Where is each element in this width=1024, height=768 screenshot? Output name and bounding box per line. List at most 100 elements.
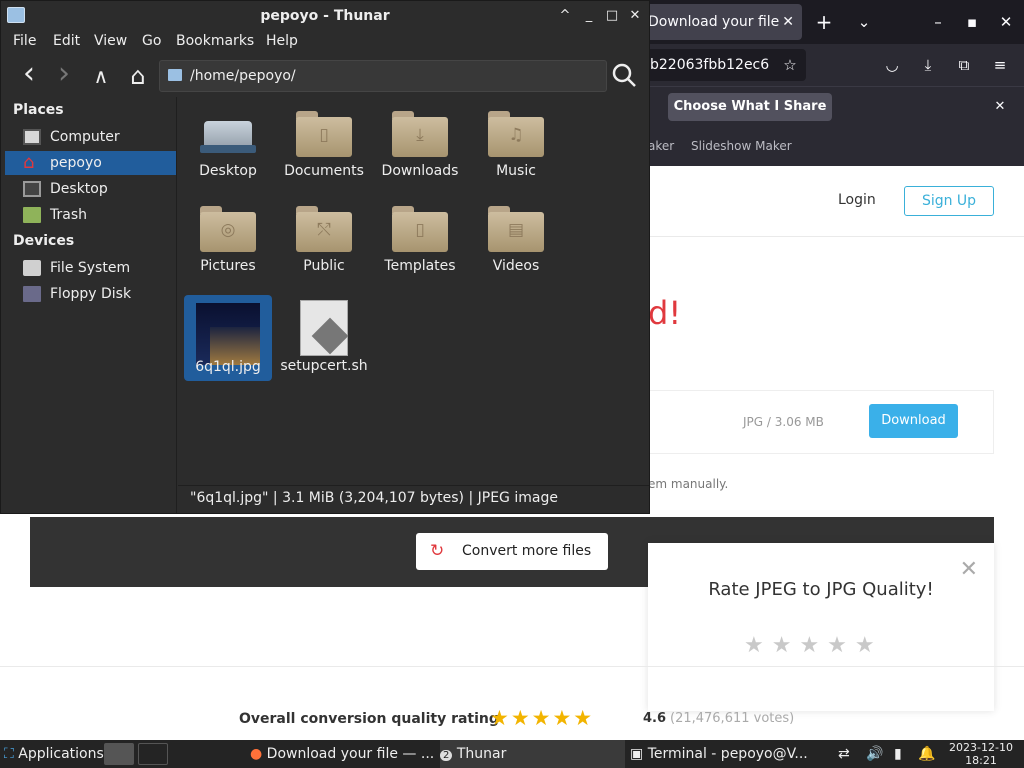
firefox-icon: ● xyxy=(250,746,263,762)
browser-minimize-button[interactable]: – xyxy=(924,8,952,36)
bookmark-star-icon[interactable]: ☆ xyxy=(776,51,804,79)
rate-close-icon[interactable]: ✕ xyxy=(960,557,978,582)
show-desktop-button[interactable] xyxy=(138,743,168,765)
thunar-window: pepoyo - Thunar ^ _ □ ✕ File Edit View G… xyxy=(0,0,650,514)
file-label: Music xyxy=(496,163,536,179)
file-item-templates[interactable]: ▯ Templates xyxy=(374,194,466,286)
notification-close-icon[interactable]: ✕ xyxy=(986,93,1014,121)
taskbar: ⛶ Applications ● Download your file — ..… xyxy=(0,740,1024,768)
documents-folder-icon: ▯ xyxy=(296,111,352,159)
file-item-desktop[interactable]: Desktop xyxy=(182,99,274,191)
image-thumbnail-icon xyxy=(196,303,260,365)
terminal-icon: ▣ xyxy=(630,746,644,762)
menu-go[interactable]: Go xyxy=(142,33,161,49)
sidebar-item-trash[interactable]: Trash xyxy=(5,203,176,227)
overall-rating-label: Overall conversion quality rating xyxy=(239,711,499,727)
file-item-documents[interactable]: ▯ Documents xyxy=(278,99,370,191)
browser-tab[interactable]: Download your file ✕ xyxy=(638,4,802,40)
overall-rating-stars: ★★★★★ xyxy=(490,706,595,730)
file-item-music[interactable]: ♫ Music xyxy=(470,99,562,191)
file-item-downloads[interactable]: ⤓ Downloads xyxy=(374,99,466,191)
thunar-close-button[interactable]: ✕ xyxy=(625,6,645,26)
desktop-folder-icon xyxy=(200,111,256,159)
url-text: b22063fbb12ec6 xyxy=(650,57,770,73)
bookmark-item[interactable]: aker xyxy=(648,139,674,153)
choose-what-i-share-button[interactable]: Choose What I Share xyxy=(668,93,832,121)
file-item-pictures[interactable]: ◎ Pictures xyxy=(182,194,274,286)
file-info: JPG / 3.06 MB xyxy=(743,415,824,429)
sidebar-item-file-system[interactable]: File System xyxy=(5,256,176,280)
download-button[interactable]: Download xyxy=(869,404,958,438)
thunar-minimize-button[interactable]: _ xyxy=(579,6,599,26)
new-tab-button[interactable]: + xyxy=(810,8,838,36)
file-item-6q1ql-jpg[interactable]: 6q1ql.jpg xyxy=(184,295,272,381)
sidebar-item-computer[interactable]: Computer xyxy=(5,125,176,149)
sidebar-item-floppy-disk[interactable]: Floppy Disk xyxy=(5,282,176,306)
browser-tab-title: Download your file xyxy=(648,14,780,30)
menu-file[interactable]: File xyxy=(13,33,36,49)
sidebar-item-label: Trash xyxy=(50,207,87,223)
computer-icon xyxy=(23,129,41,145)
file-item-videos[interactable]: ▤ Videos xyxy=(470,194,562,286)
convert-more-label: Convert more files xyxy=(462,543,592,559)
applications-icon: ⛶ xyxy=(4,746,14,762)
section-divider xyxy=(0,666,1024,667)
places-heading: Places xyxy=(13,102,64,118)
extensions-icon[interactable]: ⧉ xyxy=(950,51,978,79)
file-label: Pictures xyxy=(200,258,256,274)
devices-heading: Devices xyxy=(13,233,75,249)
rate-stars[interactable]: ★★★★★ xyxy=(744,633,883,658)
menu-edit[interactable]: Edit xyxy=(53,33,80,49)
clock[interactable]: 2023-12-10 18:21 xyxy=(944,741,1018,767)
taskbar-item-terminal[interactable]: ▣ Terminal - pepoyo@V... xyxy=(630,740,815,768)
taskbar-item-thunar[interactable]: 2 Thunar xyxy=(440,740,625,768)
forward-icon[interactable]: › xyxy=(50,59,78,90)
file-item-public[interactable]: ⤲ Public xyxy=(278,194,370,286)
pocket-icon[interactable]: ◡ xyxy=(878,51,906,79)
refresh-icon: ↻ xyxy=(430,541,445,561)
folder-icon xyxy=(168,69,182,81)
sidebar-item-pepoyo[interactable]: ⌂ pepoyo xyxy=(5,151,176,175)
login-link[interactable]: Login xyxy=(838,192,876,208)
search-icon[interactable] xyxy=(609,60,641,92)
browser-close-button[interactable]: ✕ xyxy=(992,8,1020,36)
menu-help[interactable]: Help xyxy=(266,33,298,49)
notifications-icon[interactable]: 🔔 xyxy=(918,740,935,768)
downloads-folder-icon: ⤓ xyxy=(392,111,448,159)
volume-icon[interactable]: 🔊 xyxy=(866,740,883,768)
bookmark-slideshow-maker[interactable]: Slideshow Maker xyxy=(691,139,792,153)
convert-more-files-button[interactable]: ↻ Convert more files xyxy=(416,533,608,570)
thunar-shade-button[interactable]: ^ xyxy=(555,6,575,26)
tab-list-button[interactable]: ⌄ xyxy=(850,8,878,36)
up-icon[interactable]: ∧ xyxy=(87,62,115,90)
file-label: setupcert.sh xyxy=(280,358,368,374)
sidebar-item-desktop[interactable]: Desktop xyxy=(5,177,176,201)
browser-maximize-button[interactable]: ▪ xyxy=(958,8,986,36)
file-label: Downloads xyxy=(381,163,459,179)
file-label: Templates xyxy=(384,258,456,274)
home-folder-icon: ⌂ xyxy=(23,152,35,173)
overall-rating-score: 4.6 xyxy=(643,711,667,726)
network-icon[interactable]: ⇄ xyxy=(838,740,850,768)
downloads-icon[interactable]: ⤓ xyxy=(914,51,942,79)
battery-icon[interactable]: ▮ xyxy=(894,740,902,768)
desktop-icon xyxy=(23,181,41,197)
thunar-maximize-button[interactable]: □ xyxy=(602,6,622,26)
workspace-1-button[interactable] xyxy=(104,743,134,765)
applications-menu[interactable]: ⛶ Applications xyxy=(4,740,104,768)
signup-button[interactable]: Sign Up xyxy=(904,186,994,216)
home-icon[interactable]: ⌂ xyxy=(124,62,152,90)
music-folder-icon: ♫ xyxy=(488,111,544,159)
menu-icon[interactable]: ≡ xyxy=(986,51,1014,79)
menu-view[interactable]: View xyxy=(94,33,127,49)
drive-icon xyxy=(23,260,41,276)
location-bar[interactable]: /home/pepoyo/ xyxy=(159,60,607,92)
thunar-sidebar: Places Computer ⌂ pepoyo Desktop Trash D… xyxy=(1,97,177,513)
menu-bookmarks[interactable]: Bookmarks xyxy=(176,33,254,49)
file-item-setupcert-sh[interactable]: setupcert.sh xyxy=(278,294,370,386)
file-label: 6q1ql.jpg xyxy=(195,359,261,375)
thunar-titlebar[interactable]: pepoyo - Thunar ^ _ □ ✕ xyxy=(1,1,649,31)
back-icon[interactable]: ‹ xyxy=(15,59,43,90)
tab-close-icon[interactable]: ✕ xyxy=(782,4,794,40)
taskbar-item-browser[interactable]: ● Download your file — ... xyxy=(250,740,435,768)
